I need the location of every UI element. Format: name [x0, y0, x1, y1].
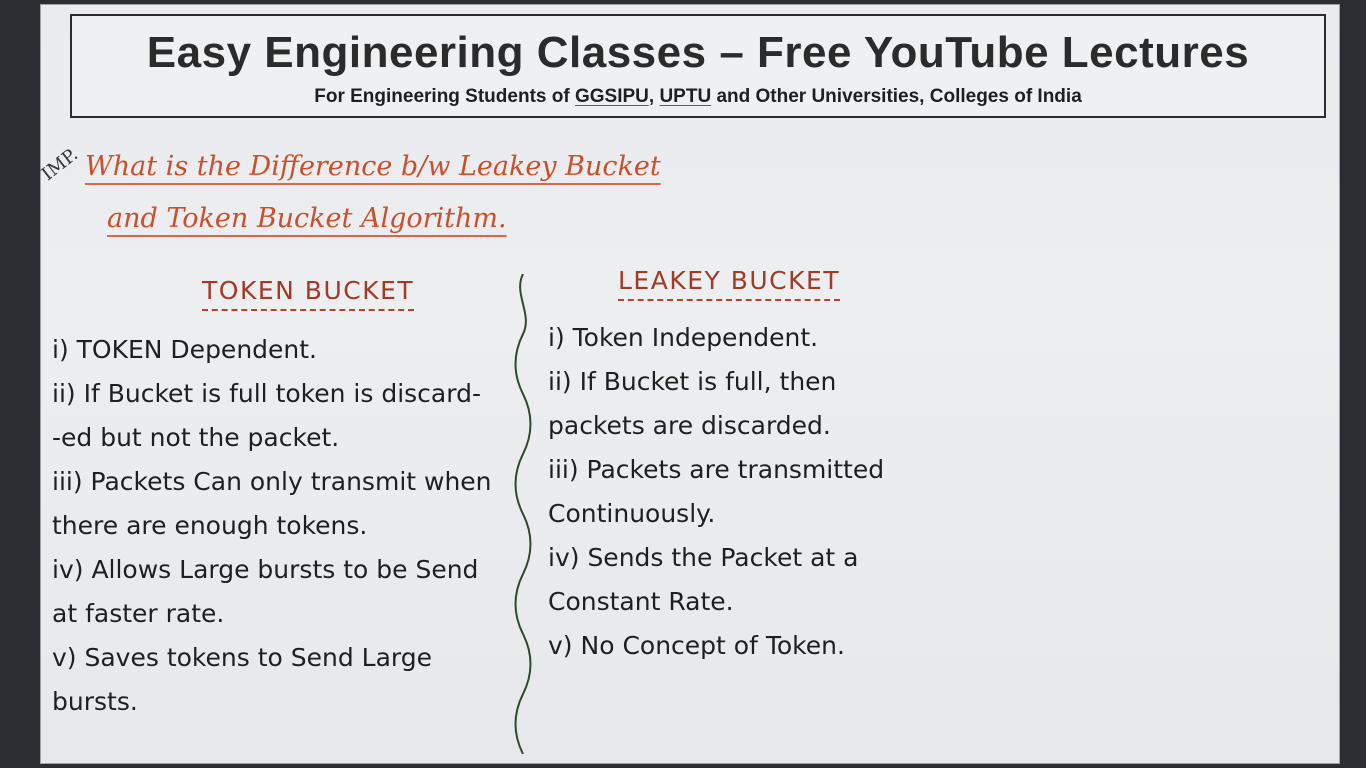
subtitle-separator: , — [648, 86, 660, 107]
leaky-point-5: Continuously. — [548, 499, 716, 528]
leaky-point-3: packets are discarded. — [548, 411, 831, 440]
column-divider — [514, 274, 532, 754]
leaky-point-4: iii) Packets are transmitted — [548, 455, 885, 484]
question-line-2: and Token Bucket Algorithm. — [107, 203, 507, 234]
token-point-6: iv) Allows Large bursts to be Send — [52, 555, 479, 584]
university-ggsipu: GGSIPU — [574, 86, 649, 107]
token-point-2: ii) If Bucket is full token is discard- — [52, 379, 481, 408]
subtitle-suffix: and Other Universities, Colleges of Indi… — [711, 86, 1082, 107]
banner-subtitle: For Engineering Students of GGSIPU, UPTU… — [72, 86, 1324, 108]
token-point-5: there are enough tokens. — [52, 511, 368, 540]
token-bucket-heading: TOKEN BUCKET — [202, 276, 415, 311]
subtitle-prefix: For Engineering Students of — [314, 86, 575, 107]
imp-label: IMP. — [37, 143, 82, 186]
question: What is the Difference b/w Leakey Bucket… — [85, 141, 785, 245]
banner-title: Easy Engineering Classes – Free YouTube … — [146, 28, 1250, 77]
leaky-bucket-heading: LEAKEY BUCKET — [618, 266, 841, 301]
header-banner: Easy Engineering Classes – Free YouTube … — [70, 14, 1326, 118]
leaky-bucket-list: i) Token Independent. ii) If Bucket is f… — [548, 316, 938, 668]
token-point-7: at faster rate. — [52, 599, 225, 628]
university-uptu: UPTU — [659, 86, 712, 107]
token-bucket-list: i) TOKEN Dependent. ii) If Bucket is ful… — [52, 328, 522, 724]
leaky-point-2: ii) If Bucket is full, then — [548, 367, 837, 396]
token-point-4: iii) Packets Can only transmit when — [52, 467, 492, 496]
token-point-8: v) Saves tokens to Send Large bursts. — [52, 643, 433, 716]
question-line-1: What is the Difference b/w Leakey Bucket — [85, 151, 661, 182]
token-point-1: i) TOKEN Dependent. — [52, 335, 318, 364]
leaky-point-1: i) Token Independent. — [548, 323, 819, 352]
token-point-3: -ed but not the packet. — [52, 423, 340, 452]
leaky-point-6: iv) Sends the Packet at a — [548, 543, 859, 572]
leaky-point-8: v) No Concept of Token. — [548, 631, 845, 660]
whiteboard: Easy Engineering Classes – Free YouTube … — [37, 4, 1340, 764]
leaky-point-7: Constant Rate. — [548, 587, 734, 616]
